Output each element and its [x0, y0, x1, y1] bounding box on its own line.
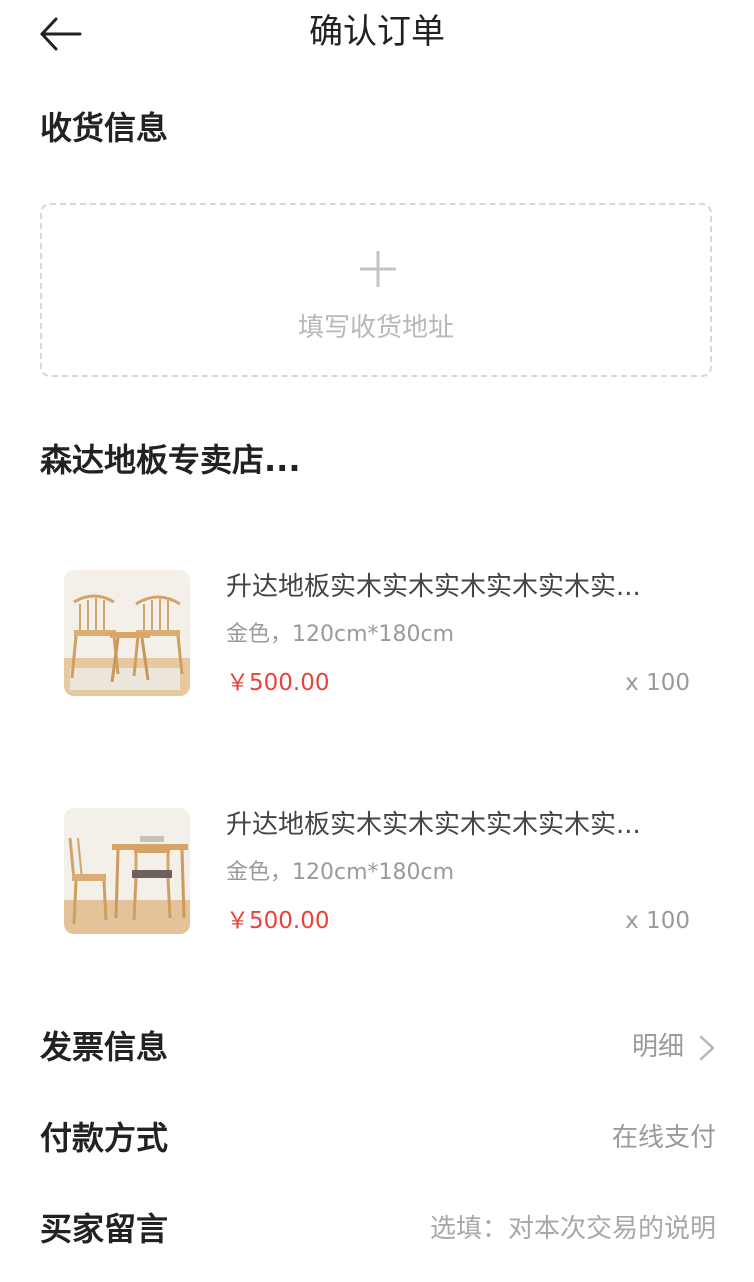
product-item[interactable]: 升达地板实木实木实木实木实木实... 金色，120cm*180cm ￥500.0… [0, 808, 754, 936]
product-name: 升达地板实木实木实木实木实木实... [226, 572, 641, 602]
product-image [64, 808, 190, 934]
chair-photo-icon [64, 570, 190, 696]
invoice-value: 明细 [631, 1032, 684, 1062]
invoice-label: 发票信息 [40, 1028, 169, 1066]
product-name: 升达地板实木实木实木实木实木实... [226, 810, 641, 840]
buyer-message-input[interactable] [296, 1208, 716, 1250]
product-price: ￥500.00 [226, 670, 330, 696]
chevron-right-icon [699, 1035, 715, 1061]
top-bar: 确认订单 [0, 0, 754, 66]
buyer-message-row: 买家留言 [40, 1204, 716, 1254]
product-item[interactable]: 升达地板实木实木实木实木实木实... 金色，120cm*180cm ￥500.0… [0, 570, 754, 698]
product-quantity: x 100 [625, 670, 690, 696]
store-name[interactable]: 森达地板专卖店... [40, 440, 300, 480]
product-spec: 金色，120cm*180cm [226, 860, 455, 885]
plus-icon [360, 251, 396, 287]
invoice-row[interactable]: 发票信息 明细 [40, 1022, 716, 1072]
product-spec: 金色，120cm*180cm [226, 622, 455, 647]
product-quantity: x 100 [625, 908, 690, 934]
add-address-button[interactable]: 填写收货地址 [40, 203, 712, 377]
page-title: 确认订单 [309, 12, 445, 52]
payment-row[interactable]: 付款方式 在线支付 [40, 1113, 716, 1163]
payment-label: 付款方式 [40, 1119, 169, 1157]
shipping-section-title: 收货信息 [40, 109, 169, 147]
add-address-label: 填写收货地址 [297, 313, 454, 343]
buyer-message-label: 买家留言 [40, 1210, 169, 1248]
dining-set-photo-icon [64, 808, 190, 934]
payment-value: 在线支付 [611, 1123, 716, 1153]
product-price: ￥500.00 [226, 908, 330, 934]
product-image [64, 570, 190, 696]
